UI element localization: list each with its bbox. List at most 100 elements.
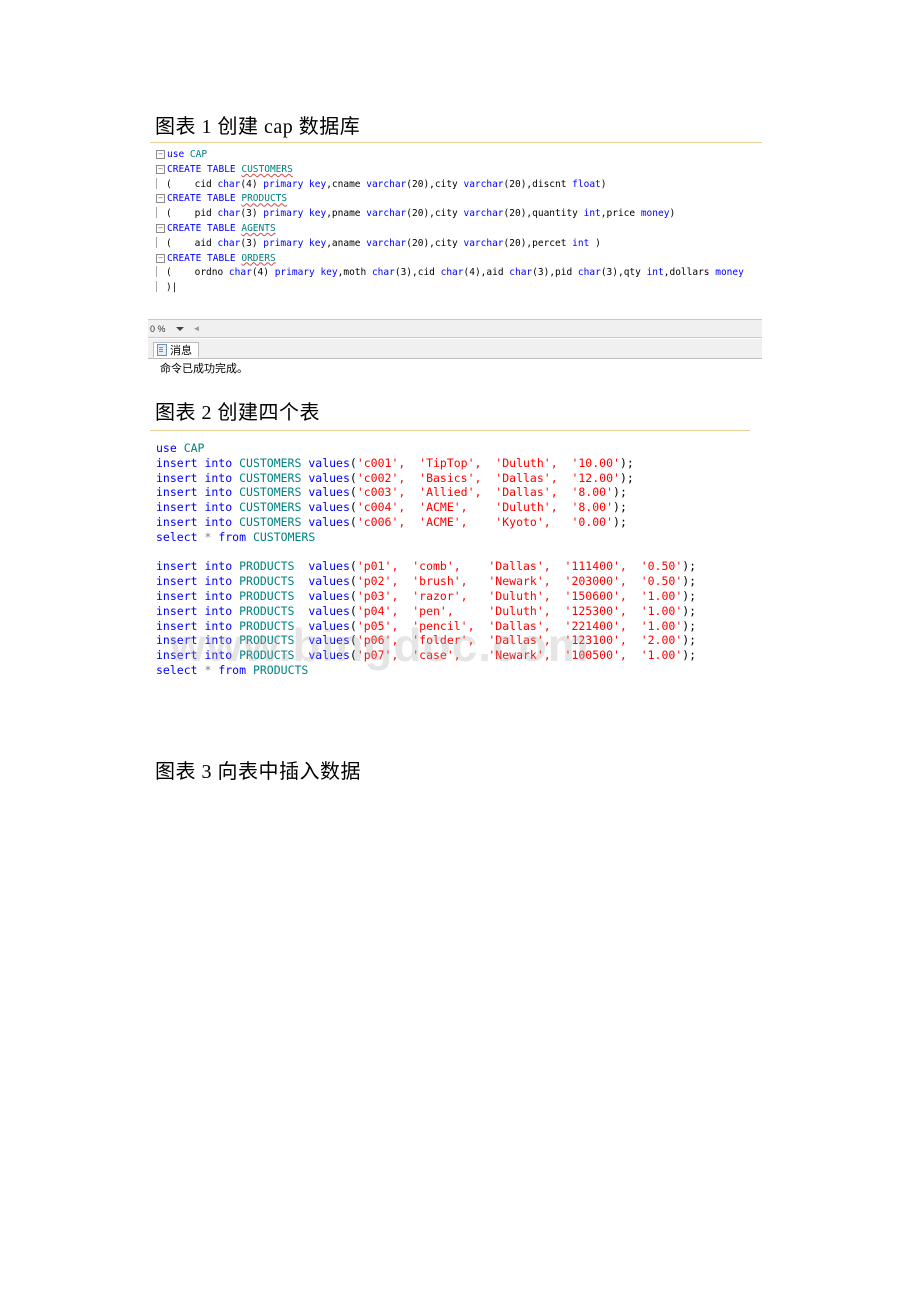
code-token: AGENTS bbox=[241, 222, 276, 234]
code-token: char bbox=[217, 237, 241, 249]
fold-collapse-icon[interactable]: − bbox=[156, 164, 165, 174]
code-token: 'c001', 'TipTop', 'Duluth', '10.00' bbox=[356, 455, 620, 470]
zoom-level-label: 0 % bbox=[150, 323, 166, 334]
sql-editor-2-code[interactable]: use CAP insert into CUSTOMERS values('c00… bbox=[150, 431, 750, 677]
fold-collapse-icon[interactable]: − bbox=[156, 223, 165, 233]
code-token: money bbox=[640, 208, 670, 220]
code-line: insert into PRODUCTS values('p02', 'brus… bbox=[156, 572, 750, 588]
code-line: insert into CUSTOMERS values('c001', 'Ti… bbox=[156, 454, 750, 470]
code-line: − CREATE TABLE CUSTOMERS bbox=[156, 163, 762, 178]
chevron-down-icon[interactable] bbox=[175, 326, 184, 331]
code-token: varchar bbox=[366, 237, 407, 249]
code-token: varchar bbox=[366, 178, 407, 190]
code-token: ( aid bbox=[166, 237, 218, 249]
code-token: CREATE TABLE bbox=[167, 252, 242, 264]
code-token: PRODUCTS bbox=[241, 193, 288, 205]
code-token: (3),cid bbox=[394, 267, 441, 279]
code-token: (3),qty bbox=[600, 267, 647, 279]
code-token: ( bbox=[349, 588, 357, 603]
code-line: − CREATE TABLE AGENTS bbox=[156, 222, 762, 237]
code-token: (20),city bbox=[406, 208, 464, 220]
code-token: 'c006', 'ACME', 'Kyoto', '0.00' bbox=[356, 514, 614, 529]
code-token: primary key bbox=[263, 237, 327, 249]
sql-editor-pane-1[interactable]: − use CAP − CREATE TABLE CUSTOMERS( cid cha… bbox=[150, 142, 762, 314]
fold-collapse-icon[interactable]: − bbox=[156, 150, 165, 159]
code-line: − CREATE TABLE PRODUCTS bbox=[156, 192, 762, 207]
code-token: varchar bbox=[366, 208, 407, 220]
code-token: ( ordno bbox=[166, 267, 229, 279]
code-line: insert into PRODUCTS values('p06', 'fold… bbox=[156, 631, 750, 647]
code-token: char bbox=[440, 267, 464, 279]
code-token: primary key bbox=[274, 267, 338, 279]
code-token: ) bbox=[589, 237, 601, 249]
code-token: int bbox=[572, 237, 590, 249]
code-token: (20),city bbox=[406, 178, 464, 190]
code-token: primary key bbox=[263, 208, 327, 220]
sql-editor-pane-2[interactable]: use CAP insert into CUSTOMERS values('c00… bbox=[150, 430, 750, 725]
code-token: (20),quantity bbox=[503, 208, 584, 220]
code-line: insert into PRODUCTS values('p01', 'comb… bbox=[156, 557, 750, 573]
editor-zoom-strip[interactable]: 0 % ◄ bbox=[148, 319, 762, 338]
code-token: char bbox=[577, 267, 601, 279]
code-token: )| bbox=[166, 282, 178, 294]
code-token: PRODUCTS bbox=[252, 662, 309, 677]
code-line: )| bbox=[156, 281, 762, 296]
splitter-handle-icon[interactable]: ◄ bbox=[193, 324, 201, 333]
code-token: ,moth bbox=[337, 267, 372, 279]
code-token: 'p04', 'pen', 'Duluth', '125300', '1.00' bbox=[356, 603, 683, 618]
fold-guide-line-icon bbox=[156, 207, 164, 219]
code-token: ,price bbox=[600, 208, 641, 220]
code-token: values bbox=[308, 514, 350, 529]
fold-guide-line-icon bbox=[156, 281, 164, 293]
code-token: ); bbox=[682, 603, 697, 618]
code-line: insert into CUSTOMERS values('c002', 'Ba… bbox=[156, 469, 750, 485]
code-token: use bbox=[156, 441, 184, 455]
code-token: ( bbox=[349, 455, 357, 470]
fold-collapse-icon[interactable]: − bbox=[156, 253, 165, 263]
tab-messages[interactable]: 消息 bbox=[153, 342, 199, 358]
figure-3-caption: 图表 3 向表中插入数据 bbox=[155, 761, 361, 783]
code-line: − CREATE TABLE ORDERS bbox=[156, 252, 762, 267]
fold-guide-line-icon bbox=[156, 236, 164, 248]
fold-collapse-icon[interactable]: − bbox=[156, 194, 165, 204]
code-line: insert into CUSTOMERS values('c003', 'Al… bbox=[156, 483, 750, 499]
code-token: (20),discnt bbox=[503, 178, 573, 190]
figure-1-caption: 图表 1 创建 cap 数据库 bbox=[155, 116, 361, 138]
code-token: (4) bbox=[240, 178, 264, 190]
code-token: from bbox=[218, 662, 253, 677]
code-line: insert into PRODUCTS values('p07', 'case… bbox=[156, 646, 750, 663]
code-token: ,cname bbox=[326, 178, 367, 190]
tab-messages-label: 消息 bbox=[170, 345, 192, 357]
code-line: − use CAP bbox=[156, 148, 762, 163]
code-token: ); bbox=[613, 514, 627, 529]
code-token: * bbox=[204, 662, 219, 677]
code-token: PRODUCTS bbox=[239, 603, 309, 618]
code-token: CAP bbox=[189, 149, 208, 160]
code-token: varchar bbox=[463, 208, 504, 220]
code-token: primary key bbox=[263, 178, 327, 190]
code-token: int bbox=[583, 208, 601, 220]
code-token: from bbox=[218, 529, 253, 544]
code-token: CREATE TABLE bbox=[167, 222, 242, 234]
code-line: insert into CUSTOMERS values('c004', 'AC… bbox=[156, 498, 750, 514]
sql-editor-1-code[interactable]: − use CAP − CREATE TABLE CUSTOMERS( cid cha… bbox=[150, 143, 762, 296]
code-token: char bbox=[371, 267, 395, 279]
code-token: insert into bbox=[156, 514, 240, 529]
code-token: ( bbox=[349, 648, 357, 663]
code-token: char bbox=[228, 267, 252, 279]
code-token: (4) bbox=[251, 267, 275, 279]
results-tab-strip[interactable]: 消息 bbox=[148, 339, 762, 359]
code-token: CREATE TABLE bbox=[167, 163, 242, 175]
code-line: use CAP bbox=[156, 439, 750, 455]
code-token: ,dollars bbox=[663, 267, 716, 279]
code-line: ( cid char(4) primary key,cname varchar(… bbox=[156, 177, 762, 193]
code-line: insert into CUSTOMERS values('c006', 'AC… bbox=[156, 513, 750, 529]
code-token: char bbox=[217, 178, 241, 190]
code-token: CUSTOMERS bbox=[252, 529, 316, 544]
code-token: (20),percet bbox=[503, 237, 573, 249]
code-token: ( bbox=[349, 514, 357, 529]
code-token: CREATE TABLE bbox=[167, 193, 242, 205]
code-line: select * from PRODUCTS bbox=[156, 661, 750, 677]
code-token: 'p03', 'razor', 'Duluth', '150600', '1.0… bbox=[356, 588, 683, 603]
code-token: varchar bbox=[463, 178, 504, 190]
